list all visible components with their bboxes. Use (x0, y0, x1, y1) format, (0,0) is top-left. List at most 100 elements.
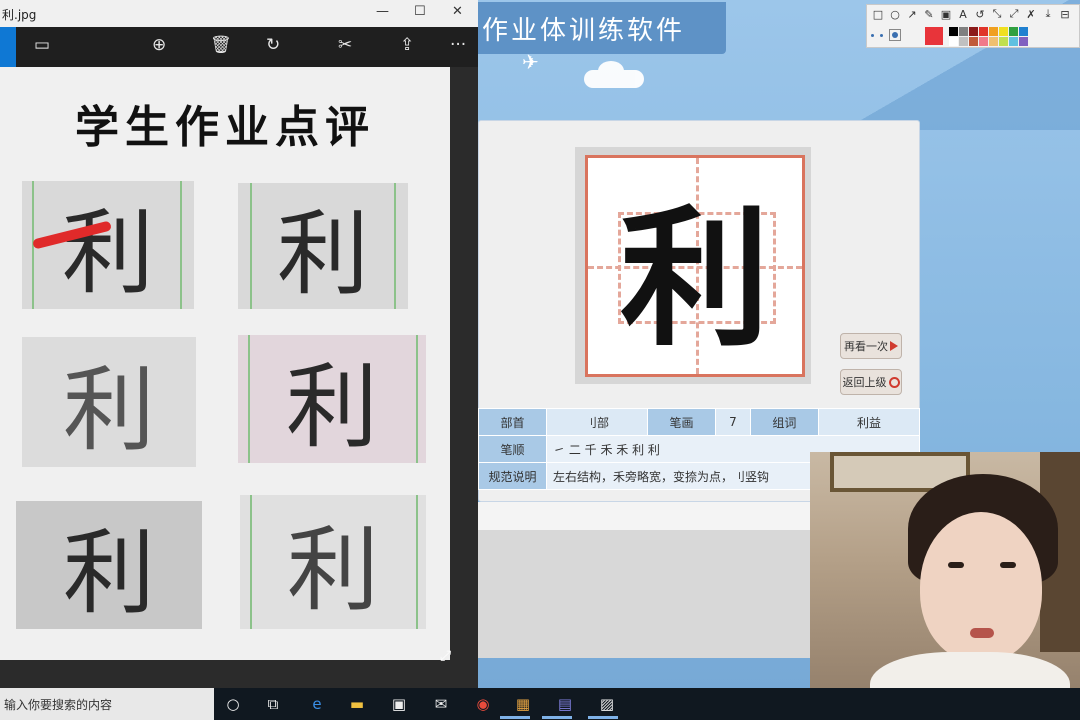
large-size-icon[interactable] (889, 29, 901, 41)
pin-icon[interactable]: ✗ (1024, 7, 1038, 21)
slideshow-button-icon[interactable]: ▭ (34, 35, 50, 55)
displayed-image[interactable]: 学生作业点评 利 利 利 利 利 利 (0, 67, 450, 660)
maximize-button[interactable]: ☐ (414, 4, 426, 19)
strokes-value: 7 (715, 408, 751, 436)
zoom-icon[interactable]: ⊕ (152, 35, 166, 55)
sample-character: 利 (62, 356, 155, 464)
minimize-button[interactable]: — (376, 4, 389, 19)
color-swatch[interactable] (1019, 37, 1028, 46)
mail-icon[interactable]: ✉ (430, 694, 452, 714)
sample-character: 利 (286, 516, 379, 624)
play-icon (890, 341, 898, 351)
color-swatch[interactable] (1019, 27, 1028, 36)
replay-button[interactable]: 再看一次 (840, 333, 902, 359)
active-indicator (500, 716, 530, 719)
active-indicator (588, 716, 618, 719)
window-title: 利.jpg (2, 8, 37, 22)
color-swatch[interactable] (969, 27, 978, 36)
display-character: 利 (619, 192, 770, 367)
file-explorer-icon[interactable]: ▬ (346, 694, 368, 714)
panel-footer (478, 502, 810, 530)
ellipse-tool-icon[interactable]: ○ (888, 7, 902, 21)
photos-titlebar: 利.jpg — ☐ ✕ (0, 0, 478, 27)
character-grid[interactable]: 利 (585, 155, 805, 377)
presenter-face (920, 512, 1042, 662)
homework-sample: 利 (238, 335, 426, 463)
taskbar-search[interactable]: 输入你要搜索的内容 (0, 688, 214, 720)
close-button[interactable]: ✕ (452, 4, 463, 19)
color-swatch[interactable] (969, 37, 978, 46)
color-swatch[interactable] (959, 27, 968, 36)
presenter-eye (948, 562, 964, 568)
annotation-tools: □ ○ ↗ ✎ ▣ A ↺ ⤡ ⤢ ✗ ⤓ ⊟ (871, 7, 1072, 21)
cloud-icon (584, 61, 644, 88)
mosaic-tool-icon[interactable]: ▣ (939, 7, 953, 21)
color-swatch[interactable] (979, 37, 988, 46)
back-button[interactable]: 返回上级 (840, 369, 902, 395)
color-swatch[interactable] (999, 37, 1008, 46)
cortana-icon[interactable]: ○ (222, 694, 244, 714)
chrome-icon[interactable]: ◉ (472, 694, 494, 714)
paper-plane-icon: ✈ (522, 50, 539, 74)
selected-color-swatch[interactable] (925, 27, 943, 45)
strokes-label: 笔画 (647, 408, 717, 436)
sample-character: 利 (285, 353, 378, 461)
color-swatch[interactable] (979, 27, 988, 36)
resize-icon[interactable]: ⤢ (440, 648, 451, 664)
color-swatch[interactable] (959, 37, 968, 46)
color-swatch[interactable] (989, 27, 998, 36)
presenter-mouth (970, 628, 994, 638)
text-tool-icon[interactable]: A (956, 7, 970, 21)
color-swatch[interactable] (1009, 37, 1018, 46)
save-icon[interactable]: ⊟ (1058, 7, 1072, 21)
presenter-eye (1000, 562, 1016, 568)
expand-icon[interactable]: ⤡ (990, 7, 1004, 21)
stroke-order-label: 笔顺 (478, 435, 547, 463)
app-icon[interactable]: ▦ (512, 694, 534, 714)
annotation-toolbar: □ ○ ↗ ✎ ▣ A ↺ ⤡ ⤢ ✗ ⤓ ⊟ (866, 4, 1080, 48)
color-swatch[interactable] (999, 27, 1008, 36)
color-swatch[interactable] (989, 37, 998, 46)
app2-icon[interactable]: ▤ (554, 694, 576, 714)
homework-sample: 利 (238, 183, 408, 309)
replay-button-label: 再看一次 (844, 340, 888, 353)
words-value: 利益 (817, 408, 921, 436)
edit-icon[interactable]: ✂ (338, 35, 352, 55)
pen-tool-icon[interactable]: ✎ (922, 7, 936, 21)
store-icon[interactable]: ▣ (388, 694, 410, 714)
return-icon (888, 376, 900, 388)
rotate-icon[interactable]: ↻ (266, 35, 280, 55)
color-swatch[interactable] (949, 37, 958, 46)
undo-icon[interactable]: ↺ (973, 7, 987, 21)
more-icon[interactable]: ··· (450, 35, 466, 55)
sample-character: 利 (276, 200, 369, 308)
photos-icon[interactable]: ▨ (596, 694, 618, 714)
homework-sample: 利 (22, 337, 196, 467)
share-icon[interactable]: ⇪ (400, 35, 414, 55)
small-size-icon[interactable] (871, 33, 874, 37)
back-button-label: 返回上级 (842, 376, 887, 389)
sample-character: 利 (62, 519, 155, 627)
radical-label: 部首 (478, 408, 547, 436)
medium-size-icon[interactable] (880, 33, 883, 37)
download-icon[interactable]: ⤓ (1041, 7, 1055, 21)
radical-value: 刂部 (545, 408, 649, 436)
webcam-overlay (810, 452, 1080, 720)
delete-icon[interactable]: 🗑 (210, 35, 232, 55)
image-heading: 学生作业点评 (75, 102, 375, 153)
active-indicator (542, 716, 572, 719)
color-palette (949, 27, 1028, 46)
color-swatch[interactable] (949, 27, 958, 36)
arrow-tool-icon[interactable]: ↗ (905, 7, 919, 21)
spec-label: 规范说明 (478, 462, 547, 490)
app-title: 作业体训练软件 (468, 2, 726, 54)
edge-icon[interactable]: e (306, 694, 328, 714)
slideshow-icon[interactable] (0, 27, 16, 67)
photos-viewer-window: 利.jpg — ☐ ✕ ▭ ⊕ 🗑 ↻ ✂ ⇪ ··· 学生作业点评 利 利 利… (0, 0, 478, 688)
fullscreen-icon[interactable]: ⤢ (1007, 7, 1021, 21)
rectangle-tool-icon[interactable]: □ (871, 7, 885, 21)
task-view-icon[interactable]: ⧉ (262, 694, 284, 714)
homework-sample: 利 (16, 501, 202, 629)
color-swatch[interactable] (1009, 27, 1018, 36)
search-placeholder: 输入你要搜索的内容 (4, 697, 113, 712)
